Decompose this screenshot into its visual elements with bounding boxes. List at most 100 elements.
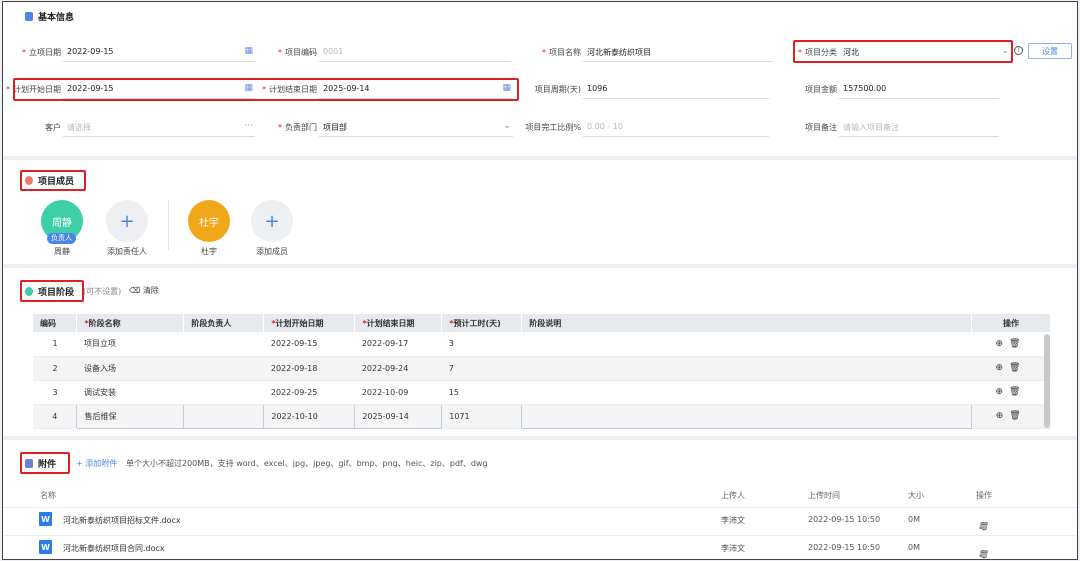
col-hours: *预计工时(天) xyxy=(441,314,523,332)
stages-header-row: 编码 *阶段名称 阶段负责人 *计划开始日期 *计划结束日期 *预计工时(天) … xyxy=(33,314,1052,332)
col-file-name: 名称 xyxy=(40,491,56,500)
col-end: *计划结束日期 xyxy=(354,314,443,332)
add-row-icon[interactable]: ⊕ xyxy=(995,339,1009,349)
file-name-link[interactable]: 河北新泰纺织项目合同.docx xyxy=(63,543,165,554)
plan-dates-highlight xyxy=(13,78,519,101)
calendar-icon[interactable]: ▦ xyxy=(244,46,253,56)
file-uploader: 李沛文 xyxy=(721,516,745,525)
basic-info-card: 基本信息 * 立项日期 2022-09-15 ▦ * 项目编码 0001 * 项目名称… xyxy=(3,2,1077,156)
member-avatar[interactable]: 杜宇 xyxy=(188,200,230,242)
trash-icon[interactable]: 🗑 xyxy=(979,550,994,559)
owner-name: 周静 xyxy=(54,247,70,256)
table-scrollbar[interactable] xyxy=(1044,334,1050,428)
project-name-field[interactable]: * 项目名称 河北新泰纺织项目 xyxy=(523,42,773,62)
settings-button[interactable]: 设置 xyxy=(1028,43,1072,59)
col-name: *阶段名称 xyxy=(76,314,185,332)
file-size: 0M xyxy=(908,515,920,524)
list-item[interactable]: W 河北新泰纺织项目合同.docx 李沛文 2022-09-15 10:50 0… xyxy=(3,535,1077,559)
category-highlight xyxy=(793,40,1013,63)
project-remark-label: 项目备注 xyxy=(805,123,837,132)
basic-info-heading: 基本信息 xyxy=(25,10,74,23)
table-row[interactable]: 1 项目立项 2022-09-15 2022-09-17 3 ⊕🗑 xyxy=(33,332,1051,357)
project-name-label: 项目名称 xyxy=(549,48,581,57)
more-icon[interactable]: ··· xyxy=(244,121,253,131)
project-code-value: 0001 xyxy=(323,47,344,56)
project-amount-label: 项目金额 xyxy=(805,85,837,94)
project-name-value: 河北新泰纺织项目 xyxy=(587,48,651,57)
attachments-title-highlight xyxy=(20,452,70,474)
col-upload-time: 上传时间 xyxy=(808,491,840,500)
department-select[interactable]: * 负责部门 项目部 ⌄ xyxy=(259,117,513,137)
plus-icon: + xyxy=(119,210,135,232)
table-row[interactable]: 3 调试安装 2022-09-25 2022-10-09 15 ⊕🗑 xyxy=(33,380,1051,405)
col-start: *计划开始日期 xyxy=(263,314,356,332)
department-value: 项目部 xyxy=(323,123,347,132)
col-uploader: 上传人 xyxy=(721,491,745,500)
col-owner: 阶段负责人 xyxy=(183,314,265,332)
list-item[interactable]: W 河北新泰纺织项目招标文件.docx 李沛文 2022-09-15 10:50… xyxy=(3,507,1077,531)
col-size: 大小 xyxy=(908,491,924,500)
add-row-icon[interactable]: ⊕ xyxy=(995,363,1009,373)
project-code-field[interactable]: * 项目编码 0001 xyxy=(259,42,511,62)
owner-avatar-text: 周静 xyxy=(52,217,72,229)
completion-ratio-field[interactable]: 项目完工比例% 0.00 - 10 xyxy=(523,117,769,137)
eraser-icon: ⌫ xyxy=(129,286,143,295)
col-actions: 操作 xyxy=(976,491,992,500)
member-name: 杜宇 xyxy=(201,247,217,256)
col-code: 编码 xyxy=(33,314,78,332)
file-name-link[interactable]: 河北新泰纺织项目招标文件.docx xyxy=(63,515,181,526)
members-card: 项目成员 周静 负责人 周静 + 添加责任人 杜宇 杜宇 + 添加成员 xyxy=(3,160,1077,264)
project-amount-field[interactable]: 项目金额 157500.00 xyxy=(779,79,999,99)
trash-icon[interactable]: 🗑 xyxy=(1009,363,1026,373)
trash-icon[interactable]: 🗑 xyxy=(1009,387,1026,397)
file-uploader: 李沛文 xyxy=(721,544,745,553)
completion-ratio-value: 0.00 - 10 xyxy=(587,122,623,131)
clear-stages-label: 清除 xyxy=(142,286,159,295)
project-form-page: 基本信息 * 立项日期 2022-09-15 ▦ * 项目编码 0001 * 项目名称… xyxy=(2,1,1078,560)
attachment-hint: 单个大小不超过200MB，支持 word、excel、jpg、jpeg、gif、… xyxy=(126,459,488,468)
member-divider xyxy=(168,200,169,250)
file-size: 0M xyxy=(908,543,920,552)
stages-title-highlight xyxy=(20,280,84,302)
project-period-label: 项目周期(天) xyxy=(534,85,581,94)
word-file-icon: W xyxy=(39,540,52,554)
table-row[interactable]: 4 售后维保 2022-10-10 2025-09-14 1071 ⊕🗑 xyxy=(33,403,1051,429)
start-date-value: 2022-09-15 xyxy=(67,47,114,56)
customer-value: 请选择 xyxy=(67,123,91,132)
add-member-label: 添加成员 xyxy=(256,247,288,256)
attachments-card: 附件 + 添加附件 单个大小不超过200MB，支持 word、excel、jpg… xyxy=(3,440,1077,559)
add-owner-button[interactable]: + xyxy=(106,200,148,242)
project-period-field: 项目周期(天) 1096 xyxy=(523,79,769,99)
add-attachment-button[interactable]: + 添加附件 xyxy=(76,458,117,469)
add-row-icon[interactable]: ⊕ xyxy=(996,411,1010,421)
stages-table: 编码 *阶段名称 阶段负责人 *计划开始日期 *计划结束日期 *预计工时(天) … xyxy=(33,314,1052,429)
owner-tag: 负责人 xyxy=(47,233,76,244)
project-code-label: 项目编码 xyxy=(285,48,317,57)
clear-stages-button[interactable]: ⌫ 清除 xyxy=(129,285,159,296)
add-row-icon[interactable]: ⊕ xyxy=(995,387,1009,397)
add-member-button[interactable]: + xyxy=(251,200,293,242)
completion-ratio-label: 项目完工比例% xyxy=(525,123,581,132)
basic-info-title: 基本信息 xyxy=(38,13,75,23)
file-time: 2022-09-15 10:50 xyxy=(808,543,881,552)
document-icon xyxy=(25,12,33,21)
chevron-down-icon[interactable]: ⌄ xyxy=(503,121,511,131)
table-row[interactable]: 2 设备入场 2022-09-18 2022-09-24 7 ⊕🗑 xyxy=(33,356,1051,381)
col-desc: 阶段说明 xyxy=(521,314,972,332)
customer-label: 客户 xyxy=(45,123,61,132)
start-date-field[interactable]: * 立项日期 2022-09-15 ▦ xyxy=(3,42,255,62)
members-title-highlight xyxy=(20,170,86,191)
project-amount-value: 157500.00 xyxy=(843,84,887,93)
word-file-icon: W xyxy=(39,512,52,526)
trash-icon[interactable]: 🗑 xyxy=(1009,339,1026,349)
add-owner-label: 添加责任人 xyxy=(107,247,147,256)
project-remark-field[interactable]: 项目备注 请输入项目备注 xyxy=(779,117,999,137)
trash-icon[interactable]: 🗑 xyxy=(1009,411,1026,421)
customer-field[interactable]: 客户 请选择 ··· xyxy=(3,117,255,137)
member-avatar-text: 杜宇 xyxy=(199,217,219,229)
info-icon[interactable]: ! xyxy=(1014,46,1023,55)
project-remark-value: 请输入项目备注 xyxy=(843,123,899,132)
department-label: 负责部门 xyxy=(285,123,317,132)
plus-icon: + xyxy=(264,210,280,232)
trash-icon[interactable]: 🗑 xyxy=(979,522,994,531)
